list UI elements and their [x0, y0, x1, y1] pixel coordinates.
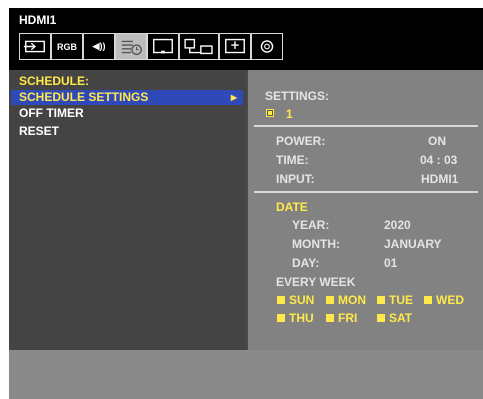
menu-item-label: SCHEDULE SETTINGS — [19, 90, 149, 104]
fri-checkbox-icon[interactable] — [326, 314, 334, 322]
picture-icon[interactable]: RGB — [51, 33, 83, 60]
time-value: 04 : 03 — [420, 153, 458, 167]
protect-icon[interactable] — [219, 33, 251, 60]
network-icon[interactable] — [179, 33, 219, 60]
chevron-right-icon: ▶ — [230, 93, 237, 102]
menu-heading: SCHEDULE: — [19, 74, 90, 88]
input-value: HDMI1 — [421, 172, 459, 186]
menu-item-off-timer[interactable]: OFF TIMER — [11, 106, 243, 121]
day-label: DAY: — [292, 256, 320, 270]
year-label: YEAR: — [292, 218, 330, 232]
time-label: TIME: — [276, 153, 309, 167]
thu-checkbox-icon[interactable] — [277, 314, 285, 322]
osd-header: HDMI1 RGB ◀)) — [9, 8, 483, 70]
schedule-icon[interactable] — [115, 33, 147, 60]
wed-checkbox-icon[interactable] — [424, 296, 432, 304]
mon-checkbox-icon[interactable] — [326, 296, 334, 304]
osd-footer-area — [9, 350, 483, 399]
month-label: MONTH: — [292, 237, 340, 251]
power-value: ON — [428, 134, 446, 148]
audio-icon-label: ◀)) — [92, 41, 106, 51]
day-sat: SAT — [389, 311, 413, 325]
input-source-title: HDMI1 — [19, 13, 57, 27]
settings-label: SETTINGS: — [265, 89, 330, 103]
schedule-menu: SCHEDULE: SCHEDULE SETTINGS ▶ OFF TIMER … — [9, 70, 246, 350]
menu-icon-bar: RGB ◀)) — [19, 33, 283, 60]
year-value: 2020 — [384, 218, 411, 232]
sat-checkbox-icon[interactable] — [377, 314, 385, 322]
menu-item-reset[interactable]: RESET — [11, 124, 243, 139]
power-label: POWER: — [276, 134, 326, 148]
day-wed: WED — [436, 293, 464, 307]
input-label: INPUT: — [276, 172, 315, 186]
system-icon[interactable] — [251, 33, 283, 60]
divider — [254, 191, 478, 193]
settings-checkbox-icon[interactable] — [266, 109, 274, 117]
divider — [254, 125, 478, 127]
day-sun: SUN — [289, 293, 315, 307]
date-heading: DATE — [276, 200, 308, 214]
settings-value: 1 — [286, 107, 293, 121]
every-week-label: EVERY WEEK — [276, 275, 356, 289]
schedule-settings-panel: SETTINGS: 1 POWER: ON TIME: 04 : 03 INPU… — [248, 70, 483, 350]
day-mon: MON — [338, 293, 366, 307]
picture-icon-label: RGB — [57, 41, 77, 52]
osd-window: HDMI1 RGB ◀)) SCHEDULE: SCHEDULE SETTING… — [9, 8, 483, 399]
sun-checkbox-icon[interactable] — [277, 296, 285, 304]
menu-item-schedule-settings[interactable]: SCHEDULE SETTINGS ▶ — [11, 90, 243, 105]
monitor-icon[interactable] — [147, 33, 179, 60]
day-fri: FRI — [338, 311, 358, 325]
audio-icon[interactable]: ◀)) — [83, 33, 115, 60]
day-thu: THU — [289, 311, 314, 325]
tue-checkbox-icon[interactable] — [377, 296, 385, 304]
day-value: 01 — [384, 256, 398, 270]
month-value: JANUARY — [384, 237, 442, 251]
day-tue: TUE — [389, 293, 413, 307]
input-icon[interactable] — [19, 33, 51, 60]
